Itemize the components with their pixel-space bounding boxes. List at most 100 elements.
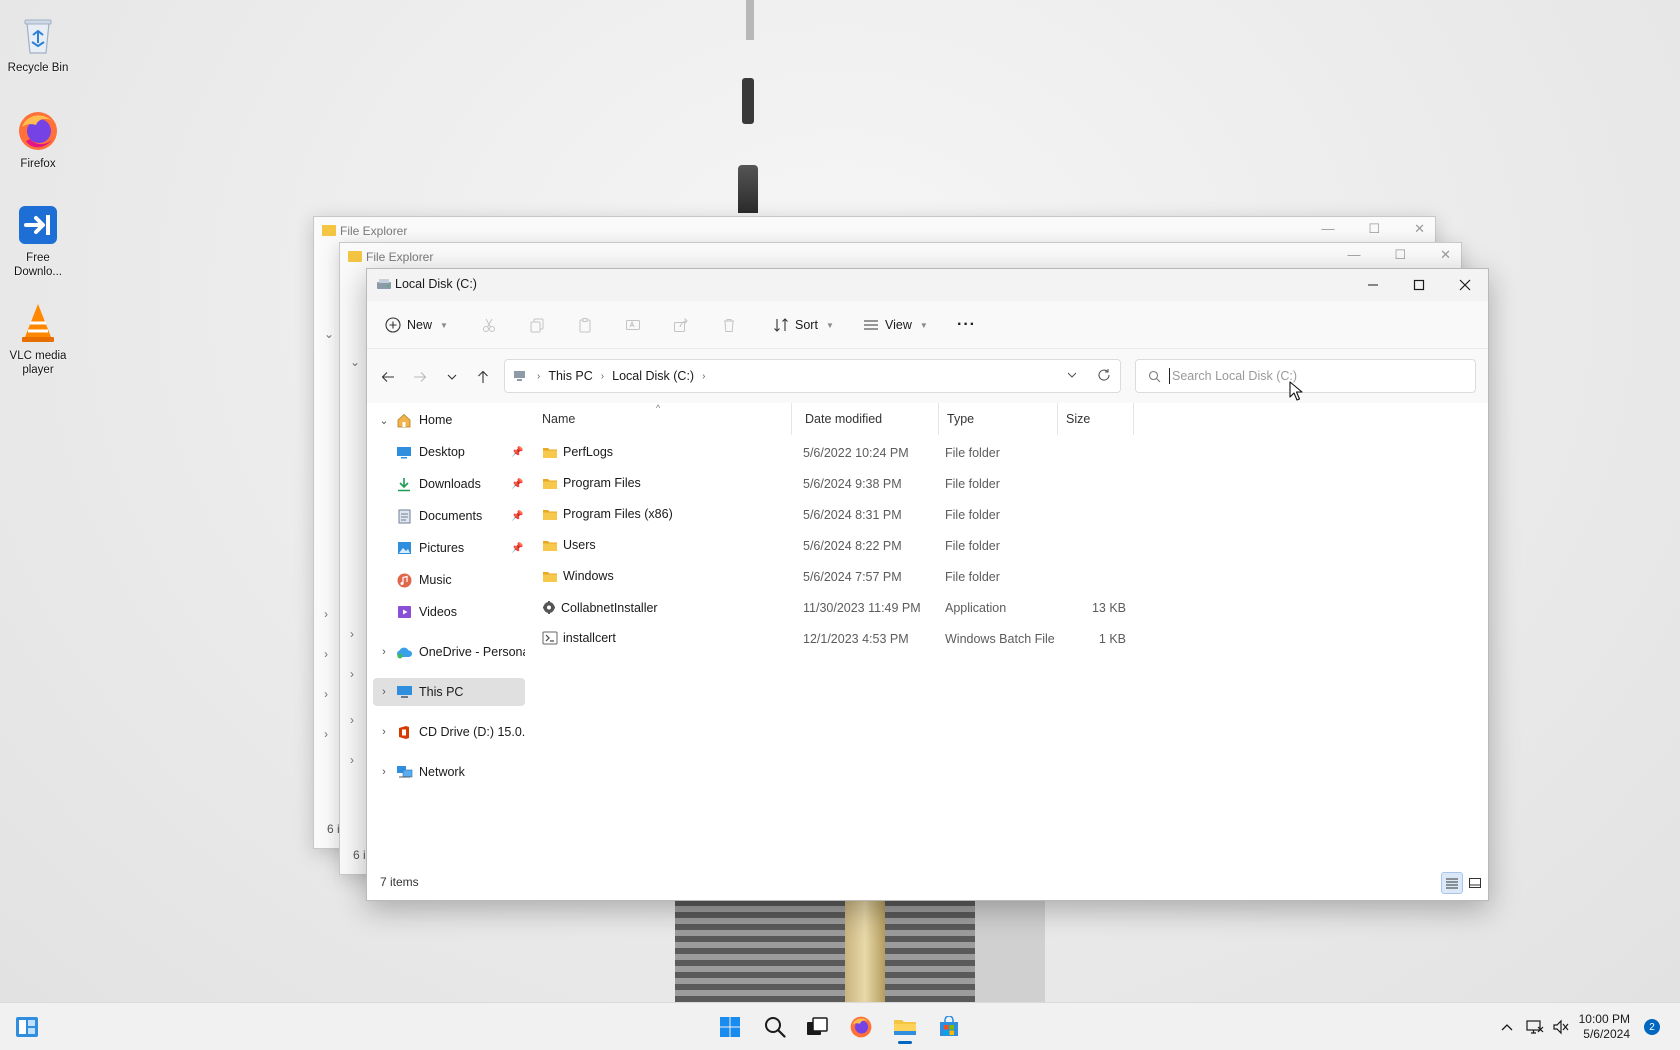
nav-item-desktop[interactable]: Desktop 📌 bbox=[395, 438, 525, 466]
share-button[interactable] bbox=[673, 309, 689, 341]
chevron-right-icon[interactable]: › bbox=[373, 766, 395, 778]
start-button[interactable] bbox=[711, 1009, 749, 1045]
rename-button[interactable] bbox=[625, 309, 641, 341]
notification-badge[interactable]: 2 bbox=[1644, 1019, 1660, 1035]
window-controls: — ☐ ✕ bbox=[1347, 247, 1451, 263]
file-type: Application bbox=[945, 601, 1007, 615]
copy-button[interactable] bbox=[529, 309, 545, 341]
show-hidden-icons-button[interactable] bbox=[1494, 1009, 1520, 1045]
chevron-right-icon[interactable]: › bbox=[373, 726, 395, 738]
column-header-type[interactable]: Type bbox=[939, 403, 1058, 435]
chevron-right-icon[interactable]: › bbox=[350, 753, 354, 767]
arrow-right-icon bbox=[414, 372, 427, 382]
new-button[interactable]: New ▼ bbox=[385, 309, 448, 341]
search-taskbar-button[interactable] bbox=[756, 1009, 794, 1045]
file-row[interactable]: PerfLogs 5/6/2022 10:24 PM File folder bbox=[534, 438, 1134, 469]
chevron-right-icon[interactable]: › bbox=[373, 646, 395, 658]
maximize-icon[interactable]: ☐ bbox=[1368, 221, 1380, 237]
nav-item-onedrive[interactable]: › OneDrive - Personal bbox=[373, 638, 525, 666]
folder-icon bbox=[322, 225, 336, 236]
breadcrumb-local-disk[interactable]: Local Disk (C:) bbox=[612, 369, 694, 383]
file-row[interactable]: Program Files 5/6/2024 9:38 PM File folder bbox=[534, 469, 1134, 500]
address-history-button[interactable] bbox=[1066, 369, 1078, 381]
chevron-right-icon[interactable]: › bbox=[373, 686, 395, 698]
nav-item-label: Videos bbox=[419, 605, 457, 619]
minimize-button[interactable] bbox=[1350, 269, 1396, 301]
chevron-right-icon[interactable]: › bbox=[350, 713, 354, 727]
rename-icon bbox=[626, 320, 640, 330]
desktop-icon-recycle-bin[interactable]: Recycle Bin bbox=[4, 12, 72, 75]
desktop-icon-vlc[interactable]: VLC media player bbox=[4, 300, 72, 377]
up-button[interactable] bbox=[470, 364, 496, 390]
delete-button[interactable] bbox=[721, 309, 737, 341]
nav-item-this-pc[interactable]: › This PC bbox=[373, 678, 525, 706]
file-explorer-taskbar-button[interactable] bbox=[886, 1009, 924, 1045]
task-view-button[interactable] bbox=[798, 1009, 836, 1045]
address-bar[interactable]: › This PC › Local Disk (C:) › bbox=[504, 359, 1121, 393]
nav-item-pictures[interactable]: Pictures 📌 bbox=[395, 534, 525, 562]
breadcrumb-this-pc[interactable]: This PC bbox=[548, 369, 592, 383]
search-input[interactable] bbox=[1169, 368, 1449, 384]
chevron-right-icon[interactable]: › bbox=[324, 727, 328, 741]
file-name-cell: PerfLogs bbox=[542, 445, 613, 459]
file-type: File folder bbox=[945, 570, 1000, 584]
search-box[interactable] bbox=[1135, 359, 1476, 393]
desktop-icon-free-download-manager[interactable]: Free Downlo... bbox=[4, 202, 72, 279]
nav-item-downloads[interactable]: Downloads 📌 bbox=[395, 470, 525, 498]
file-row[interactable]: installcert 12/1/2023 4:53 PM Windows Batc… bbox=[534, 624, 1134, 655]
paste-button[interactable] bbox=[577, 309, 593, 341]
nav-item-music[interactable]: Music bbox=[395, 566, 525, 594]
nav-item-videos[interactable]: Videos bbox=[395, 598, 525, 626]
file-type: File folder bbox=[945, 539, 1000, 553]
tiles-view-button[interactable] bbox=[1464, 872, 1486, 894]
trash-icon bbox=[724, 319, 734, 332]
chevron-down-icon bbox=[447, 374, 457, 380]
details-view-button[interactable] bbox=[1441, 872, 1463, 894]
column-header-name[interactable]: Name ^ bbox=[534, 403, 792, 435]
nav-item-label: Network bbox=[419, 765, 465, 779]
chevron-right-icon[interactable]: › bbox=[324, 647, 328, 661]
file-row[interactable]: CollabnetInstaller 11/30/2023 11:49 PM App… bbox=[534, 593, 1134, 624]
recent-locations-button[interactable] bbox=[439, 364, 465, 390]
file-row[interactable]: Windows 5/6/2024 7:57 PM File folder bbox=[534, 562, 1134, 593]
column-header-date[interactable]: Date modified bbox=[797, 403, 939, 435]
microsoft-store-taskbar-button[interactable] bbox=[930, 1009, 968, 1045]
network-status-button[interactable] bbox=[1522, 1009, 1548, 1045]
close-icon[interactable]: ✕ bbox=[1414, 221, 1425, 237]
maximize-button[interactable] bbox=[1396, 269, 1442, 301]
chevron-down-icon[interactable]: ⌄ bbox=[373, 414, 395, 427]
chevron-down-icon[interactable]: ⌄ bbox=[350, 355, 360, 369]
title-bar[interactable]: Local Disk (C:) bbox=[367, 269, 1488, 301]
home-icon bbox=[395, 412, 413, 428]
minimize-icon[interactable]: — bbox=[1321, 221, 1334, 237]
nav-item-cd-drive[interactable]: › CD Drive (D:) 15.0.45 bbox=[373, 718, 525, 746]
mouse-cursor bbox=[1289, 381, 1303, 404]
minimize-icon[interactable]: — bbox=[1347, 247, 1360, 263]
widgets-button[interactable] bbox=[8, 1009, 46, 1045]
chevron-right-icon[interactable]: › bbox=[324, 687, 328, 701]
chevron-right-icon[interactable]: › bbox=[324, 607, 328, 621]
file-row[interactable]: Users 5/6/2024 8:22 PM File folder bbox=[534, 531, 1134, 562]
chevron-right-icon[interactable]: › bbox=[350, 667, 354, 681]
forward-button[interactable] bbox=[407, 364, 433, 390]
cut-button[interactable] bbox=[481, 309, 497, 341]
system-clock[interactable]: 10:00 PM 5/6/2024 bbox=[1568, 1012, 1630, 1042]
refresh-button[interactable] bbox=[1097, 368, 1111, 382]
nav-item-home[interactable]: ⌄ Home bbox=[373, 406, 525, 434]
nav-item-network[interactable]: › Network bbox=[373, 758, 525, 786]
close-icon[interactable]: ✕ bbox=[1440, 247, 1451, 263]
column-header-size[interactable]: Size bbox=[1058, 403, 1134, 435]
nav-item-documents[interactable]: Documents 📌 bbox=[395, 502, 525, 530]
desktop-icon-firefox[interactable]: Firefox bbox=[4, 108, 72, 171]
sort-button[interactable]: Sort ▼ bbox=[773, 309, 834, 341]
maximize-icon[interactable]: ☐ bbox=[1394, 247, 1406, 263]
chevron-right-icon[interactable]: › bbox=[350, 627, 354, 641]
close-button[interactable] bbox=[1442, 269, 1488, 301]
file-row[interactable]: Program Files (x86) 5/6/2024 8:31 PM File … bbox=[534, 500, 1134, 531]
more-options-button[interactable]: ··· bbox=[957, 309, 976, 341]
chevron-down-icon[interactable]: ⌄ bbox=[324, 327, 334, 341]
view-button[interactable]: View ▼ bbox=[863, 309, 928, 341]
back-button[interactable] bbox=[375, 364, 401, 390]
microsoft-store-icon bbox=[940, 1016, 958, 1036]
firefox-taskbar-button[interactable] bbox=[842, 1009, 880, 1045]
